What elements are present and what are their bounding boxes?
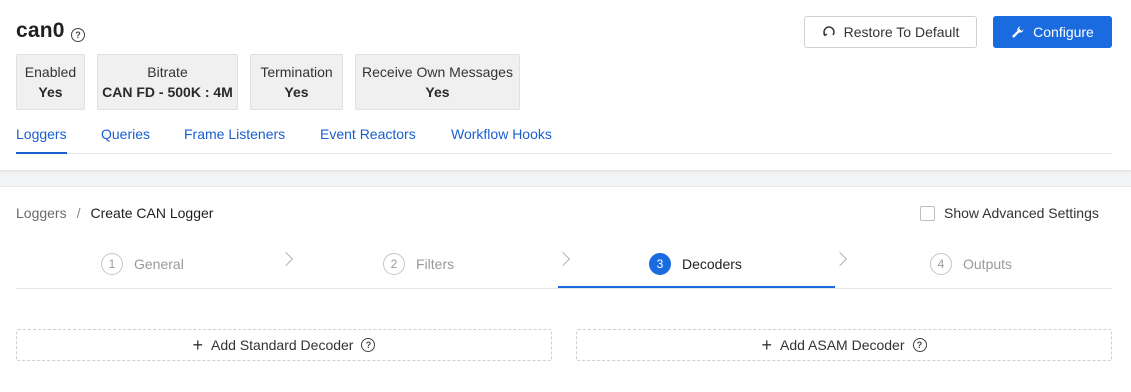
advanced-settings-checkbox[interactable] bbox=[920, 205, 935, 221]
tab-workflow-hooks[interactable]: Workflow Hooks bbox=[451, 126, 552, 154]
step-general[interactable]: 1 General bbox=[101, 253, 184, 275]
configure-label: Configure bbox=[1033, 24, 1094, 40]
channel-tabs: Loggers Queries Frame Listeners Event Re… bbox=[16, 126, 1112, 154]
add-asam-decoder-label: Add ASAM Decoder bbox=[780, 337, 905, 353]
breadcrumb-loggers[interactable]: Loggers bbox=[16, 205, 67, 221]
info-bitrate: Bitrate CAN FD - 500K : 4M bbox=[97, 54, 238, 110]
tab-queries[interactable]: Queries bbox=[101, 126, 150, 154]
step-label: Outputs bbox=[963, 256, 1013, 272]
info-value: CAN FD - 500K : 4M bbox=[102, 84, 233, 100]
active-step-indicator bbox=[558, 286, 835, 288]
info-receive-own-messages: Receive Own Messages Yes bbox=[355, 54, 520, 110]
reset-icon bbox=[822, 26, 835, 37]
restore-default-label: Restore To Default bbox=[843, 24, 960, 40]
breadcrumb-current: Create CAN Logger bbox=[90, 205, 214, 221]
chevron-right-icon bbox=[832, 251, 848, 267]
info-value: Yes bbox=[284, 84, 309, 100]
info-termination: Termination Yes bbox=[250, 54, 343, 110]
info-label: Enabled bbox=[24, 64, 77, 80]
info-value: Yes bbox=[38, 84, 63, 100]
chevron-right-icon bbox=[555, 251, 571, 267]
question-circle-icon[interactable]: ? bbox=[361, 338, 376, 352]
breadcrumb: Loggers / Create CAN Logger bbox=[16, 205, 213, 221]
step-label: General bbox=[134, 256, 184, 272]
page-title: can0 bbox=[16, 19, 65, 42]
info-label: Bitrate bbox=[147, 64, 188, 80]
step-number: 4 bbox=[930, 253, 952, 275]
step-decoders[interactable]: 3 Decoders bbox=[649, 253, 742, 275]
step-number: 2 bbox=[383, 253, 405, 275]
tab-loggers[interactable]: Loggers bbox=[16, 126, 67, 154]
tab-event-reactors[interactable]: Event Reactors bbox=[320, 126, 416, 154]
question-circle-icon[interactable]: ? bbox=[71, 28, 85, 42]
add-standard-decoder-button[interactable]: + Add Standard Decoder ? bbox=[16, 329, 552, 361]
add-standard-decoder-label: Add Standard Decoder bbox=[211, 337, 354, 353]
wrench-icon bbox=[1012, 26, 1024, 38]
plus-icon: + bbox=[761, 335, 772, 355]
info-enabled: Enabled Yes bbox=[16, 54, 85, 110]
restore-default-button[interactable]: Restore To Default bbox=[804, 16, 977, 48]
info-label: Receive Own Messages bbox=[362, 64, 513, 80]
step-outputs[interactable]: 4 Outputs bbox=[930, 253, 1012, 275]
configure-button[interactable]: Configure bbox=[993, 16, 1112, 48]
info-label: Termination bbox=[260, 64, 333, 80]
advanced-settings-toggle[interactable]: Show Advanced Settings bbox=[920, 205, 1099, 221]
chevron-right-icon bbox=[278, 251, 294, 267]
advanced-settings-label: Show Advanced Settings bbox=[944, 205, 1099, 221]
step-label: Decoders bbox=[682, 256, 742, 272]
question-circle-icon[interactable]: ? bbox=[912, 338, 927, 352]
step-filters[interactable]: 2 Filters bbox=[383, 253, 454, 275]
step-label: Filters bbox=[416, 256, 455, 272]
info-value: Yes bbox=[425, 84, 450, 100]
breadcrumb-separator: / bbox=[76, 205, 81, 221]
wizard-steps: 1 General 2 Filters 3 Decoders 4 Outputs bbox=[16, 241, 1112, 289]
step-number: 3 bbox=[649, 253, 671, 275]
tab-frame-listeners[interactable]: Frame Listeners bbox=[184, 126, 285, 154]
step-number: 1 bbox=[101, 253, 123, 275]
add-asam-decoder-button[interactable]: + Add ASAM Decoder ? bbox=[576, 329, 1112, 361]
plus-icon: + bbox=[192, 335, 204, 355]
